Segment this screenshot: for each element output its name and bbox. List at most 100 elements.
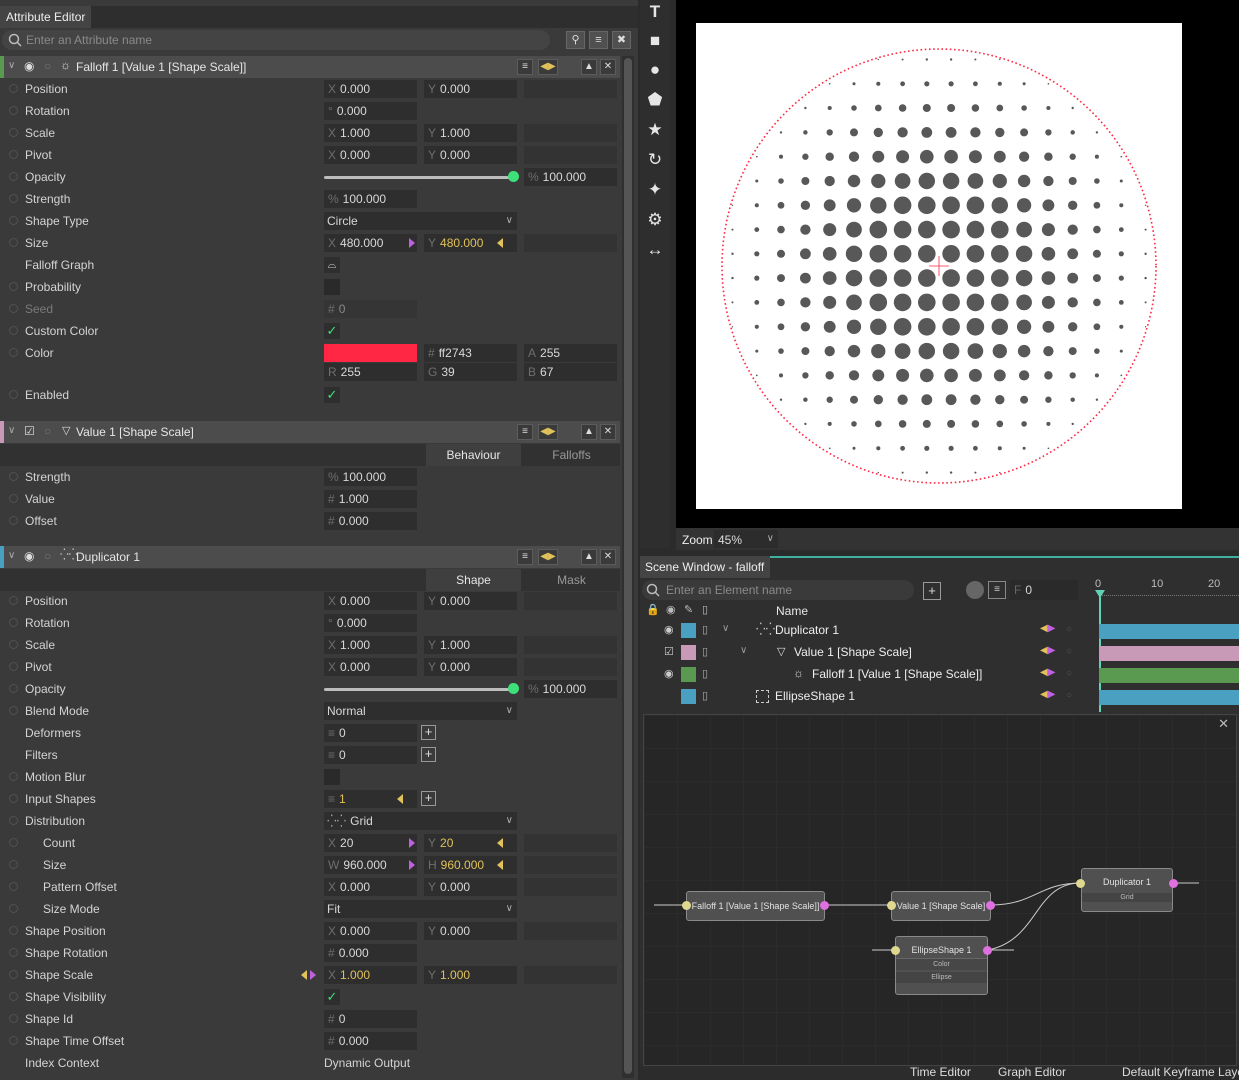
star-tool-icon[interactable]: ★ bbox=[640, 120, 670, 140]
tab-falloffs[interactable]: Falloffs bbox=[524, 444, 619, 466]
size-x-field[interactable]: X 480.000 bbox=[324, 234, 417, 252]
graph-icon[interactable]: ⌓ bbox=[324, 257, 340, 273]
output-port-icon[interactable] bbox=[1169, 879, 1178, 888]
filter-attributes-button[interactable]: ≡ bbox=[589, 31, 608, 49]
deformers-field[interactable]: ≡ 0 bbox=[324, 724, 417, 742]
keyframe-nav-icon[interactable]: ◀▶ bbox=[1040, 645, 1055, 656]
shape-id-field[interactable]: #0 bbox=[324, 1010, 417, 1028]
render-ball-icon[interactable] bbox=[966, 581, 984, 599]
keyframe-dot-icon[interactable] bbox=[9, 838, 18, 847]
enable-check-icon[interactable]: ☑ bbox=[24, 424, 35, 438]
timeline-track[interactable] bbox=[1099, 668, 1239, 683]
collapse-chevron-icon[interactable]: ∨ bbox=[8, 550, 15, 561]
keyframe-dot-icon[interactable] bbox=[9, 640, 18, 649]
size-mode-dropdown[interactable]: Fit ∨ bbox=[324, 900, 517, 918]
solo-icon[interactable]: ○ bbox=[1066, 624, 1072, 635]
keyframe-dot-icon[interactable] bbox=[9, 860, 18, 869]
keyframe-dot-icon[interactable] bbox=[9, 494, 18, 503]
scene-row-ellipse[interactable]: ▯ EllipseShape 1 ◀▶ ○ bbox=[640, 686, 1095, 708]
opacity-slider-handle[interactable] bbox=[508, 683, 519, 694]
scene-row-duplicator[interactable]: ◉ ▯ ∨ ⁛⁛ Duplicator 1 ◀▶ ○ bbox=[640, 620, 1095, 642]
solo-icon[interactable]: ○ bbox=[1066, 646, 1072, 657]
add-input-shape-button[interactable]: + bbox=[421, 791, 436, 806]
color-hex-field[interactable]: # ff2743 bbox=[424, 344, 517, 362]
keyframe-dot-icon[interactable] bbox=[9, 970, 18, 979]
keyframe-dot-icon[interactable] bbox=[9, 106, 18, 115]
keyframe-dot-icon[interactable] bbox=[9, 326, 18, 335]
filters-field[interactable]: ≡ 0 bbox=[324, 746, 417, 764]
tab-shape[interactable]: Shape bbox=[426, 569, 521, 591]
keyframe-dot-icon[interactable] bbox=[9, 516, 18, 525]
node-graph-window[interactable]: ✕ Falloff 1 [Value 1 [Shape Scale]] Valu… bbox=[643, 714, 1237, 1066]
keyframe-dot-icon[interactable] bbox=[9, 84, 18, 93]
color-alpha-field[interactable]: A 255 bbox=[524, 344, 617, 362]
rectangle-tool-icon[interactable]: ■ bbox=[640, 31, 670, 51]
color-blue-field[interactable]: B 67 bbox=[524, 363, 617, 381]
keyframe-dot-icon[interactable] bbox=[9, 684, 18, 693]
attribute-editor-title[interactable]: Attribute Editor bbox=[0, 6, 92, 28]
input-port-icon[interactable] bbox=[891, 946, 900, 955]
section-options-icon[interactable]: ≡ bbox=[517, 59, 533, 75]
solo-icon[interactable]: ○ bbox=[44, 549, 51, 563]
value-section-header[interactable]: ∨ ☑ ○ ▽ Value 1 [Shape Scale] ≡ ◀▶ ▲ ✕ bbox=[0, 421, 620, 443]
keyframe-dot-icon[interactable] bbox=[9, 662, 18, 671]
custom-color-checkbox[interactable]: ✓ bbox=[324, 323, 340, 339]
tab-graph-editor[interactable]: Graph Editor bbox=[998, 1065, 1066, 1079]
timeline-track[interactable] bbox=[1099, 624, 1239, 639]
eye-icon[interactable]: ◉ bbox=[666, 603, 676, 616]
tab-behaviour[interactable]: Behaviour bbox=[426, 444, 521, 466]
keyframe-nav-icon[interactable]: ◀▶ bbox=[1040, 623, 1055, 634]
opacity-slider-handle[interactable] bbox=[508, 171, 519, 182]
seed-field[interactable]: #0 bbox=[324, 300, 417, 318]
eye-icon[interactable]: ◉ bbox=[664, 667, 674, 680]
scene-row-falloff[interactable]: ◉ ▯ ☼ Falloff 1 [Value 1 [Shape Scale]] … bbox=[640, 664, 1095, 686]
pattern-offset-y-field[interactable]: Y 0.000 bbox=[424, 878, 517, 896]
canvas-viewport[interactable] bbox=[676, 0, 1239, 528]
attribute-editor-scrollbar[interactable] bbox=[622, 56, 634, 1078]
rotation-field[interactable]: ° 0.000 bbox=[324, 614, 417, 632]
count-x-field[interactable]: X 20 bbox=[324, 834, 417, 852]
ellipse-tool-icon[interactable]: ● bbox=[640, 60, 670, 80]
keyframe-dot-icon[interactable] bbox=[9, 238, 18, 247]
keyframe-dot-icon[interactable] bbox=[9, 348, 18, 357]
keyframe-dot-icon[interactable] bbox=[9, 216, 18, 225]
probability-checkbox[interactable] bbox=[324, 279, 340, 295]
strength-field[interactable]: % 100.000 bbox=[324, 190, 417, 208]
text-tool-icon[interactable]: T bbox=[640, 2, 670, 22]
timeline-track[interactable] bbox=[1099, 690, 1239, 705]
keyframe-dot-icon[interactable] bbox=[9, 128, 18, 137]
filter-settings-icon[interactable]: ≡ bbox=[988, 581, 1006, 599]
count-y-field[interactable]: Y 20 bbox=[424, 834, 517, 852]
spark-tool-icon[interactable]: ✦ bbox=[640, 180, 670, 200]
scale-x-field[interactable]: X 1.000 bbox=[324, 124, 417, 142]
rotation-field[interactable]: ° 0.000 bbox=[324, 102, 417, 120]
keyframe-dot-icon[interactable] bbox=[9, 882, 18, 891]
collapse-chevron-icon[interactable]: ∨ bbox=[722, 623, 729, 634]
eye-icon[interactable]: ◉ bbox=[24, 549, 34, 563]
keyframe-dot-icon[interactable] bbox=[9, 926, 18, 935]
keyframe-nav-icon[interactable]: ◀▶ bbox=[1040, 689, 1055, 700]
shape-type-dropdown[interactable]: Circle ∨ bbox=[324, 212, 517, 230]
element-search-input[interactable]: Enter an Element name bbox=[642, 580, 914, 600]
shape-scale-y-field[interactable]: Y 1.000 bbox=[424, 966, 517, 984]
keyframe-dot-icon[interactable] bbox=[9, 794, 18, 803]
opacity-slider[interactable] bbox=[324, 688, 514, 691]
timeline-ruler[interactable]: 0 10 20 bbox=[1095, 576, 1239, 602]
collapse-chevron-icon[interactable]: ∨ bbox=[8, 60, 15, 71]
size-w-field[interactable]: W 960.000 bbox=[324, 856, 417, 874]
arrows-tool-icon[interactable]: ↔ bbox=[640, 240, 670, 260]
gear-tool-icon[interactable]: ⚙ bbox=[640, 210, 670, 230]
add-element-button[interactable]: + bbox=[923, 582, 941, 600]
color-tag[interactable] bbox=[681, 645, 696, 660]
keyframe-dot-icon[interactable] bbox=[9, 172, 18, 181]
shape-time-offset-field[interactable]: #0.000 bbox=[324, 1032, 417, 1050]
falloff-section-header[interactable]: ∨ ◉ ○ ☼ Falloff 1 [Value 1 [Shape Scale]… bbox=[0, 56, 620, 78]
offset-field[interactable]: #0.000 bbox=[324, 512, 417, 530]
keyframe-dot-icon[interactable] bbox=[9, 282, 18, 291]
size-y-field[interactable]: Y 480.000 bbox=[424, 234, 517, 252]
color-red-field[interactable]: R 255 bbox=[324, 363, 417, 381]
polygon-tool-icon[interactable]: ⬟ bbox=[640, 90, 670, 110]
shape-position-y-field[interactable]: Y 0.000 bbox=[424, 922, 517, 940]
output-port-icon[interactable] bbox=[983, 946, 992, 955]
zoom-dropdown[interactable]: 45% ∨ bbox=[714, 530, 778, 548]
